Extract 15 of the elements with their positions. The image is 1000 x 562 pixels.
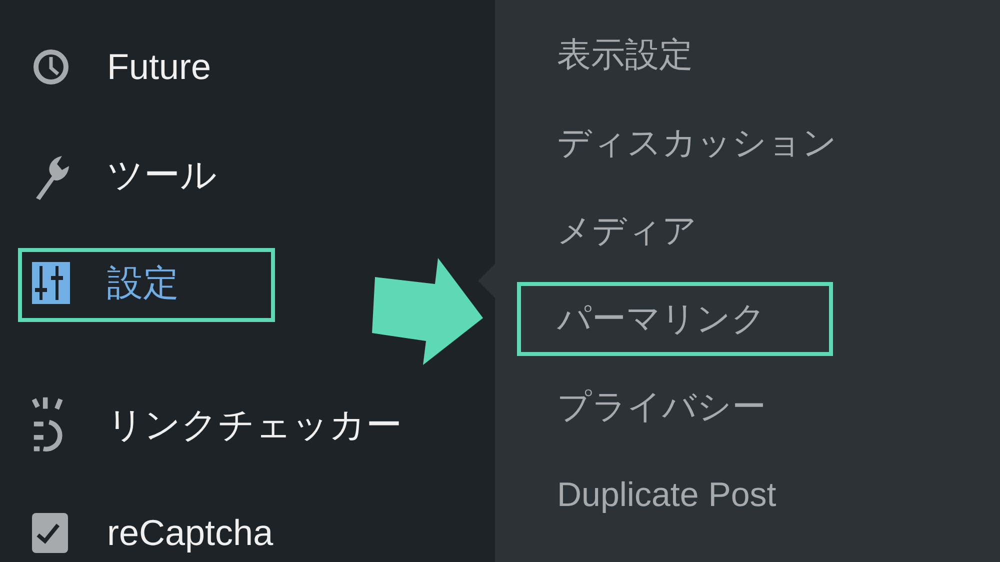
arrow-icon xyxy=(372,257,484,367)
submenu-item[interactable]: プライバシー xyxy=(557,382,766,432)
submenu-item[interactable]: ディスカッション xyxy=(557,118,837,168)
menu-item-label[interactable]: reCaptcha xyxy=(107,506,274,560)
submenu-item[interactable]: メディア xyxy=(557,206,697,256)
submenu-item[interactable]: 表示設定 xyxy=(557,30,693,80)
clock-icon xyxy=(32,47,70,87)
menu-item-label[interactable]: ツール xyxy=(107,148,217,202)
submenu-item[interactable]: パーマリンク xyxy=(557,294,766,344)
submenu-item[interactable]: Duplicate Post xyxy=(557,470,776,520)
sliders-icon xyxy=(32,262,70,304)
checkbox-icon xyxy=(32,513,68,553)
menu-item-label[interactable]: Future xyxy=(107,40,212,94)
menu-item-label[interactable]: 設定 xyxy=(107,256,179,310)
menu-item-label[interactable]: リンクチェッカー xyxy=(107,398,402,452)
